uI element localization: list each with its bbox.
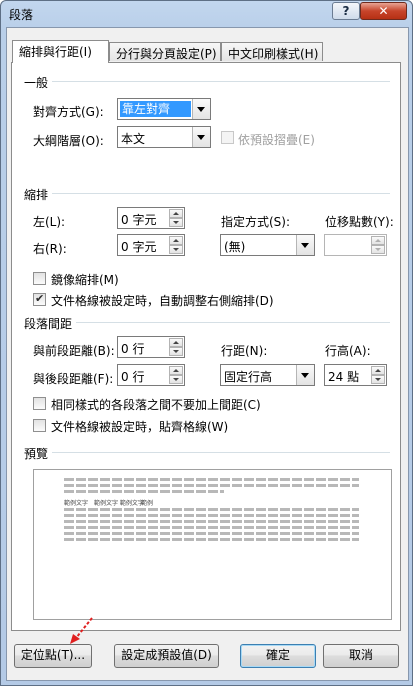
- help-button[interactable]: ?: [332, 2, 360, 20]
- line-spacing-label: 行距(N):: [221, 344, 268, 358]
- special-indent-label: 指定方式(S):: [221, 215, 291, 229]
- section-divider: [52, 452, 390, 453]
- indent-left-value: 0 字元: [121, 213, 157, 227]
- mirror-indent-checkbox[interactable]: [33, 272, 46, 285]
- spin-up-icon[interactable]: [371, 236, 385, 245]
- preview-sample-text: 範例文字 範例文字: [94, 500, 144, 507]
- special-indent-value: (無): [224, 240, 246, 254]
- space-after-value: 0 行: [121, 370, 145, 384]
- preview-next-paragraph-line: [64, 514, 359, 517]
- tab-asian-typography[interactable]: 中文印刷樣式(H): [221, 42, 323, 61]
- preview-next-paragraph-line: [64, 520, 359, 523]
- line-spacing-dropdown[interactable]: 固定行高: [220, 364, 315, 386]
- alignment-dropdown[interactable]: 靠左對齊: [117, 98, 211, 120]
- no-space-same-style-checkbox[interactable]: [33, 397, 46, 410]
- section-spacing-title: 段落間距: [24, 317, 73, 331]
- chevron-down-icon[interactable]: [192, 127, 210, 147]
- spin-up-icon[interactable]: [169, 236, 183, 245]
- space-before-label: 與前段距離(B):: [33, 344, 115, 358]
- mirror-indent-label: 鏡像縮排(M): [51, 273, 119, 287]
- set-as-default-button[interactable]: 設定成預設值(D): [114, 644, 219, 668]
- preview-prev-paragraph-line: [64, 484, 359, 487]
- section-preview-title: 預覽: [24, 447, 49, 461]
- auto-adjust-indent-label: 文件格線被設定時，自動調整右側縮排(D): [51, 294, 274, 308]
- line-spacing-at-value: 24 點: [328, 370, 360, 384]
- line-spacing-value: 固定行高: [224, 370, 273, 384]
- spin-down-icon[interactable]: [169, 245, 183, 254]
- indent-by-label: 位移點數(Y):: [325, 215, 394, 229]
- tab-label: 分行與分頁設定(P): [116, 47, 217, 61]
- section-divider: [76, 322, 390, 323]
- snap-to-grid-label: 文件格線被設定時，貼齊格線(W): [51, 420, 229, 434]
- collapse-default-label: 依預設摺疊(E): [238, 133, 315, 147]
- chevron-down-icon[interactable]: [192, 99, 210, 119]
- indent-right-spinner[interactable]: 0 字元: [117, 234, 185, 256]
- spin-up-icon[interactable]: [371, 366, 385, 375]
- line-spacing-at-spinner[interactable]: 24 點: [324, 364, 387, 386]
- tab-line-page-breaks[interactable]: 分行與分頁設定(P): [109, 42, 221, 61]
- window-title: 段落: [9, 8, 34, 22]
- chevron-down-icon[interactable]: [296, 235, 314, 255]
- no-space-same-style-label: 相同樣式的各段落之間不要加上間距(C): [51, 398, 261, 412]
- preview-prev-paragraph-line: [64, 478, 359, 481]
- outline-level-dropdown[interactable]: 本文: [117, 126, 211, 148]
- close-button[interactable]: ✕: [360, 2, 407, 20]
- spin-down-icon[interactable]: [371, 245, 385, 254]
- preview-next-paragraph-line: [64, 538, 359, 541]
- spin-down-icon[interactable]: [169, 375, 183, 384]
- tab-label: 中文印刷樣式(H): [228, 47, 319, 61]
- spin-down-icon[interactable]: [371, 375, 385, 384]
- section-divider: [52, 81, 390, 82]
- alignment-label: 對齊方式(G):: [33, 105, 104, 119]
- ok-button[interactable]: 確定: [240, 644, 316, 668]
- preview-sample-text: 範例文字: [64, 500, 89, 507]
- outline-level-label: 大綱階層(O):: [33, 134, 104, 148]
- preview-next-paragraph-line: [64, 508, 359, 511]
- indent-right-value: 0 字元: [121, 240, 157, 254]
- preview-sample-text: 範例: [141, 500, 154, 507]
- spin-down-icon[interactable]: [169, 347, 183, 356]
- alignment-value: 靠左對齊: [120, 101, 191, 117]
- section-indent-title: 縮排: [24, 188, 49, 202]
- preview-next-paragraph-line: [64, 532, 359, 535]
- space-after-label: 與後段距離(F):: [33, 372, 114, 386]
- indent-by-spinner[interactable]: [324, 234, 387, 256]
- outline-level-value: 本文: [121, 132, 146, 146]
- indent-right-label: 右(R):: [33, 242, 67, 256]
- spin-up-icon[interactable]: [169, 338, 183, 347]
- snap-to-grid-checkbox[interactable]: [33, 419, 46, 432]
- space-after-spinner[interactable]: 0 行: [117, 364, 185, 386]
- section-general-title: 一般: [24, 76, 49, 90]
- spin-down-icon[interactable]: [169, 218, 183, 227]
- spin-up-icon[interactable]: [169, 366, 183, 375]
- section-divider: [52, 193, 390, 194]
- indent-left-spinner[interactable]: 0 字元: [117, 207, 185, 229]
- collapse-default-checkbox[interactable]: [221, 131, 234, 144]
- tabs-button[interactable]: 定位點(T)...: [14, 644, 92, 668]
- line-spacing-at-label: 行高(A):: [325, 344, 371, 358]
- spin-up-icon[interactable]: [169, 209, 183, 218]
- space-before-spinner[interactable]: 0 行: [117, 336, 185, 358]
- title-bar[interactable]: 段落 ? ✕: [1, 1, 412, 27]
- preview-box: 範例文字 範例文字 範例文字 範例: [33, 469, 392, 620]
- space-before-value: 0 行: [121, 342, 145, 356]
- tab-label: 縮排與行距(I): [19, 45, 92, 59]
- tab-indents-spacing[interactable]: 縮排與行距(I): [12, 40, 109, 63]
- preview-next-paragraph-line: [64, 526, 359, 529]
- indent-left-label: 左(L):: [33, 215, 66, 229]
- checkmark-icon: ✔: [35, 292, 45, 305]
- special-indent-dropdown[interactable]: (無): [220, 234, 315, 256]
- chevron-down-icon[interactable]: [296, 365, 314, 385]
- annotation-arrow-icon: [70, 617, 93, 644]
- cancel-button[interactable]: 取消: [323, 644, 399, 668]
- preview-prev-paragraph-line: [64, 490, 224, 493]
- auto-adjust-indent-checkbox[interactable]: ✔: [33, 292, 46, 306]
